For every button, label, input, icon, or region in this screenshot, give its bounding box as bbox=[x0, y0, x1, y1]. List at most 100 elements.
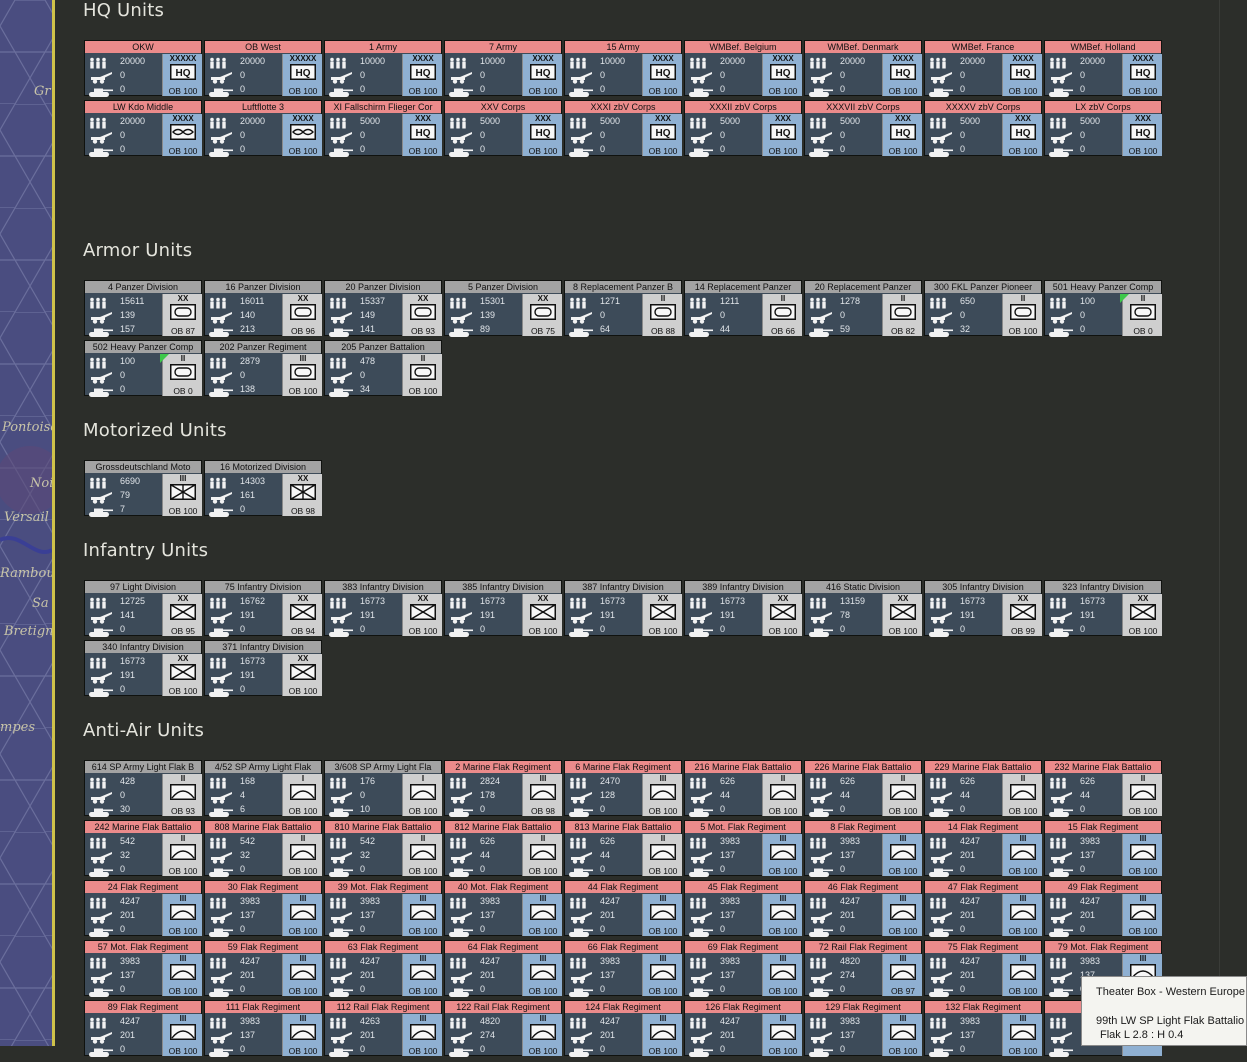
unit-card[interactable]: 97 Light Division 12725 141 0 XX OB 95 bbox=[84, 580, 202, 637]
unit-card[interactable]: LW Kdo Middle 20000 0 0 XXXX OB 100 bbox=[84, 100, 202, 157]
unit-card[interactable]: 47 Flak Regiment 4247 201 0 III OB 100 bbox=[924, 880, 1042, 937]
unit-card[interactable]: 69 Flak Regiment 3983 137 0 III OB 100 bbox=[684, 940, 802, 997]
unit-card[interactable]: 14 Flak Regiment 4247 201 0 III OB 100 bbox=[924, 820, 1042, 877]
unit-card[interactable]: Luftflotte 3 20000 0 0 XXXX OB 100 bbox=[204, 100, 322, 157]
unit-card[interactable]: 205 Panzer Battalion 478 0 34 II OB 100 bbox=[324, 340, 442, 397]
unit-card[interactable]: 126 Flak Regiment 4247 201 0 III OB 100 bbox=[684, 1000, 802, 1057]
unit-stat-value: 137 bbox=[360, 910, 376, 920]
unit-card[interactable]: XXXI zbV Corps 5000 0 0 XXX HQ OB 100 bbox=[564, 100, 682, 157]
infantry-icon bbox=[328, 295, 354, 309]
unit-card[interactable]: 383 Infantry Division 16773 191 0 XX OB 100 bbox=[324, 580, 442, 637]
unit-card[interactable]: 5 Mot. Flak Regiment 3983 137 0 III OB 100 bbox=[684, 820, 802, 877]
unit-card[interactable]: 3/608 SP Army Light Fla 176 0 10 I OB 100 bbox=[324, 760, 442, 817]
unit-stat-value: 4247 bbox=[360, 956, 381, 966]
unit-card[interactable]: XXXVII zbV Corps 5000 0 0 XXX HQ OB 100 bbox=[804, 100, 922, 157]
unit-card[interactable]: 63 Flak Regiment 4247 201 0 III OB 100 bbox=[324, 940, 442, 997]
unit-stat-value: 0 bbox=[360, 370, 366, 380]
unit-card[interactable]: 75 Infantry Division 16762 191 0 XX OB 94 bbox=[204, 580, 322, 637]
unit-card[interactable]: XXV Corps 5000 0 0 XXX HQ OB 100 bbox=[444, 100, 562, 157]
unit-card[interactable]: WMBef. Denmark 20000 0 0 XXXX HQ OB 100 bbox=[804, 40, 922, 97]
unit-card[interactable]: 129 Flak Regiment 3983 137 0 III OB 100 bbox=[804, 1000, 922, 1057]
unit-card[interactable]: 30 Flak Regiment 3983 137 0 III OB 100 bbox=[204, 880, 322, 937]
unit-card[interactable]: 5 Panzer Division 15301 139 89 XX OB 75 bbox=[444, 280, 562, 337]
unit-card[interactable]: 2 Marine Flak Regiment 2824 178 0 III OB 98 bbox=[444, 760, 562, 817]
unit-card[interactable]: 66 Flak Regiment 3983 137 0 III OB 100 bbox=[564, 940, 682, 997]
unit-card[interactable]: WMBef. France 20000 0 0 XXXX HQ OB 100 bbox=[924, 40, 1042, 97]
ob-value: OB 100 bbox=[408, 806, 438, 816]
unit-card[interactable]: 808 Marine Flak Battalio 542 32 0 II OB 100 bbox=[204, 820, 322, 877]
unit-card[interactable]: Grossdeutschland Moto 6690 79 7 III OB 100 bbox=[84, 460, 202, 517]
unit-card[interactable]: WMBef. Belgium 20000 0 0 XXXX HQ OB 100 bbox=[684, 40, 802, 97]
unit-card[interactable]: 202 Panzer Regiment 2879 0 138 III OB 100 bbox=[204, 340, 322, 397]
map-strip[interactable]: Gr Pontoise Noi Versail Rambou Sa Bretig… bbox=[0, 0, 52, 1046]
unit-card[interactable]: 229 Marine Flak Battalio 626 44 0 II OB 100 bbox=[924, 760, 1042, 817]
unit-card[interactable]: 49 Flak Regiment 4247 201 0 III OB 100 bbox=[1044, 880, 1162, 937]
unit-card[interactable]: 122 Rail Flak Regiment 4820 274 0 III OB 100 bbox=[444, 1000, 562, 1057]
unit-card[interactable]: 371 Infantry Division 16773 191 0 XX OB 100 bbox=[204, 640, 322, 697]
unit-card[interactable]: 72 Rail Flak Regiment 4820 274 0 III OB 97 bbox=[804, 940, 922, 997]
unit-card[interactable]: 6 Marine Flak Regiment 2470 128 0 III OB 100 bbox=[564, 760, 682, 817]
unit-card[interactable]: 614 SP Army Light Flak B 428 0 30 II OB 93 bbox=[84, 760, 202, 817]
unit-stat-row: 0 bbox=[328, 83, 402, 97]
unit-card[interactable]: 810 Marine Flak Battalio 542 32 0 II OB 100 bbox=[324, 820, 442, 877]
unit-card[interactable]: 812 Marine Flak Battalio 626 44 0 II OB 100 bbox=[444, 820, 562, 877]
unit-card[interactable]: 24 Flak Regiment 4247 201 0 III OB 100 bbox=[84, 880, 202, 937]
unit-card[interactable]: LX zbV Corps 5000 0 0 XXX HQ OB 100 bbox=[1044, 100, 1162, 157]
unit-card[interactable]: 8 Flak Regiment 3983 137 0 III OB 100 bbox=[804, 820, 922, 877]
echelon-marker: III bbox=[779, 834, 787, 843]
unit-card[interactable]: 112 Rail Flak Regiment 4263 201 0 III OB 100 bbox=[324, 1000, 442, 1057]
unit-card[interactable]: 111 Flak Regiment 3983 137 0 III OB 100 bbox=[204, 1000, 322, 1057]
unit-card[interactable]: OB West 20000 0 0 XXXXX HQ OB 100 bbox=[204, 40, 322, 97]
unit-card[interactable]: 46 Flak Regiment 4247 201 0 III OB 100 bbox=[804, 880, 922, 937]
unit-card[interactable]: 300 FKL Panzer Pioneer 650 0 32 II OB 100 bbox=[924, 280, 1042, 337]
unit-card[interactable]: 57 Mot. Flak Regiment 3983 137 0 III OB 100 bbox=[84, 940, 202, 997]
unit-card[interactable]: 8 Replacement Panzer B 1271 0 64 II OB 88 bbox=[564, 280, 682, 337]
ob-value: OB 100 bbox=[768, 926, 798, 936]
unit-card[interactable]: 4/52 SP Army Light Flak 168 4 6 I OB 100 bbox=[204, 760, 322, 817]
unit-card[interactable]: 7 Army 10000 0 0 XXXX HQ OB 100 bbox=[444, 40, 562, 97]
unit-card[interactable]: 20 Replacement Panzer 1278 0 59 II OB 82 bbox=[804, 280, 922, 337]
section-title-hq-units: HQ Units bbox=[83, 0, 165, 21]
unit-card[interactable]: 387 Infantry Division 16773 191 0 XX OB 100 bbox=[564, 580, 682, 637]
unit-card[interactable]: 15 Flak Regiment 3983 137 0 III OB 100 bbox=[1044, 820, 1162, 877]
unit-card[interactable]: 1 Army 10000 0 0 XXXX HQ OB 100 bbox=[324, 40, 442, 97]
unit-card[interactable]: 89 Flak Regiment 4247 201 0 III OB 100 bbox=[84, 1000, 202, 1057]
unit-card[interactable]: 813 Marine Flak Battalio 626 44 0 II OB 100 bbox=[564, 820, 682, 877]
unit-card[interactable]: 242 Marine Flak Battalio 542 32 0 II OB 100 bbox=[84, 820, 202, 877]
artillery-icon bbox=[88, 789, 114, 804]
unit-card[interactable]: XXXXV zbV Corps 5000 0 0 XXX HQ OB 100 bbox=[924, 100, 1042, 157]
unit-card[interactable]: 16 Motorized Division 14303 161 0 XX OB 98 bbox=[204, 460, 322, 517]
unit-card[interactable]: XXXII zbV Corps 5000 0 0 XXX HQ OB 100 bbox=[684, 100, 802, 157]
unit-card[interactable]: 132 Flak Regiment 3983 137 0 III OB 100 bbox=[924, 1000, 1042, 1057]
unit-stat-value: 16773 bbox=[240, 656, 266, 666]
unit-card[interactable]: WMBef. Holland 20000 0 0 XXXX HQ OB 100 bbox=[1044, 40, 1162, 97]
unit-card[interactable]: 124 Flak Regiment 4247 201 0 III OB 100 bbox=[564, 1000, 682, 1057]
unit-card[interactable]: 14 Replacement Panzer 1211 0 44 II OB 66 bbox=[684, 280, 802, 337]
unit-card[interactable]: 16 Panzer Division 16011 140 213 XX OB 96 bbox=[204, 280, 322, 337]
unit-card[interactable]: 305 Infantry Division 16773 191 0 XX OB 99 bbox=[924, 580, 1042, 637]
unit-card[interactable]: 64 Flak Regiment 4247 201 0 III OB 100 bbox=[444, 940, 562, 997]
unit-card[interactable]: 59 Flak Regiment 4247 201 0 III OB 100 bbox=[204, 940, 322, 997]
unit-card[interactable]: 45 Flak Regiment 3983 137 0 III OB 100 bbox=[684, 880, 802, 937]
unit-card[interactable]: 75 Flak Regiment 4247 201 0 III OB 100 bbox=[924, 940, 1042, 997]
unit-card[interactable]: 340 Infantry Division 16773 191 0 XX OB 100 bbox=[84, 640, 202, 697]
unit-card[interactable]: 40 Mot. Flak Regiment 3983 137 0 III OB 100 bbox=[444, 880, 562, 937]
unit-card[interactable]: 232 Marine Flak Battalio 626 44 0 II OB 100 bbox=[1044, 760, 1162, 817]
unit-card[interactable]: 385 Infantry Division 16773 191 0 XX OB 100 bbox=[444, 580, 562, 637]
unit-card[interactable]: 389 Infantry Division 16773 191 0 XX OB 100 bbox=[684, 580, 802, 637]
unit-card[interactable]: 20 Panzer Division 15337 149 141 XX OB 93 bbox=[324, 280, 442, 337]
unit-card[interactable]: 226 Marine Flak Battalio 626 44 0 II OB 100 bbox=[804, 760, 922, 817]
unit-card[interactable]: 216 Marine Flak Battalio 626 44 0 II OB 100 bbox=[684, 760, 802, 817]
echelon-marker: III bbox=[1019, 1014, 1027, 1023]
unit-stat-row: 0 bbox=[568, 863, 642, 877]
unit-card[interactable]: 44 Flak Regiment 4247 201 0 III OB 100 bbox=[564, 880, 682, 937]
unit-card[interactable]: 502 Heavy Panzer Comp 100 0 0 II OB 0 bbox=[84, 340, 202, 397]
unit-card[interactable]: 15 Army 10000 0 0 XXXX HQ OB 100 bbox=[564, 40, 682, 97]
unit-card[interactable]: XI Fallschirm Flieger Cor 5000 0 0 XXX HQ OB 1… bbox=[324, 100, 442, 157]
unit-card[interactable]: 39 Mot. Flak Regiment 3983 137 0 III OB 100 bbox=[324, 880, 442, 937]
unit-card[interactable]: OKW 20000 0 0 XXXXX HQ OB 100 bbox=[84, 40, 202, 97]
unit-card[interactable]: 323 Infantry Division 16773 191 0 XX OB 100 bbox=[1044, 580, 1162, 637]
unit-card[interactable]: 4 Panzer Division 15611 139 157 XX OB 87 bbox=[84, 280, 202, 337]
unit-card[interactable]: 501 Heavy Panzer Comp 100 0 0 II OB 0 bbox=[1044, 280, 1162, 337]
unit-card[interactable]: 416 Static Division 13159 78 0 XX OB 100 bbox=[804, 580, 922, 637]
